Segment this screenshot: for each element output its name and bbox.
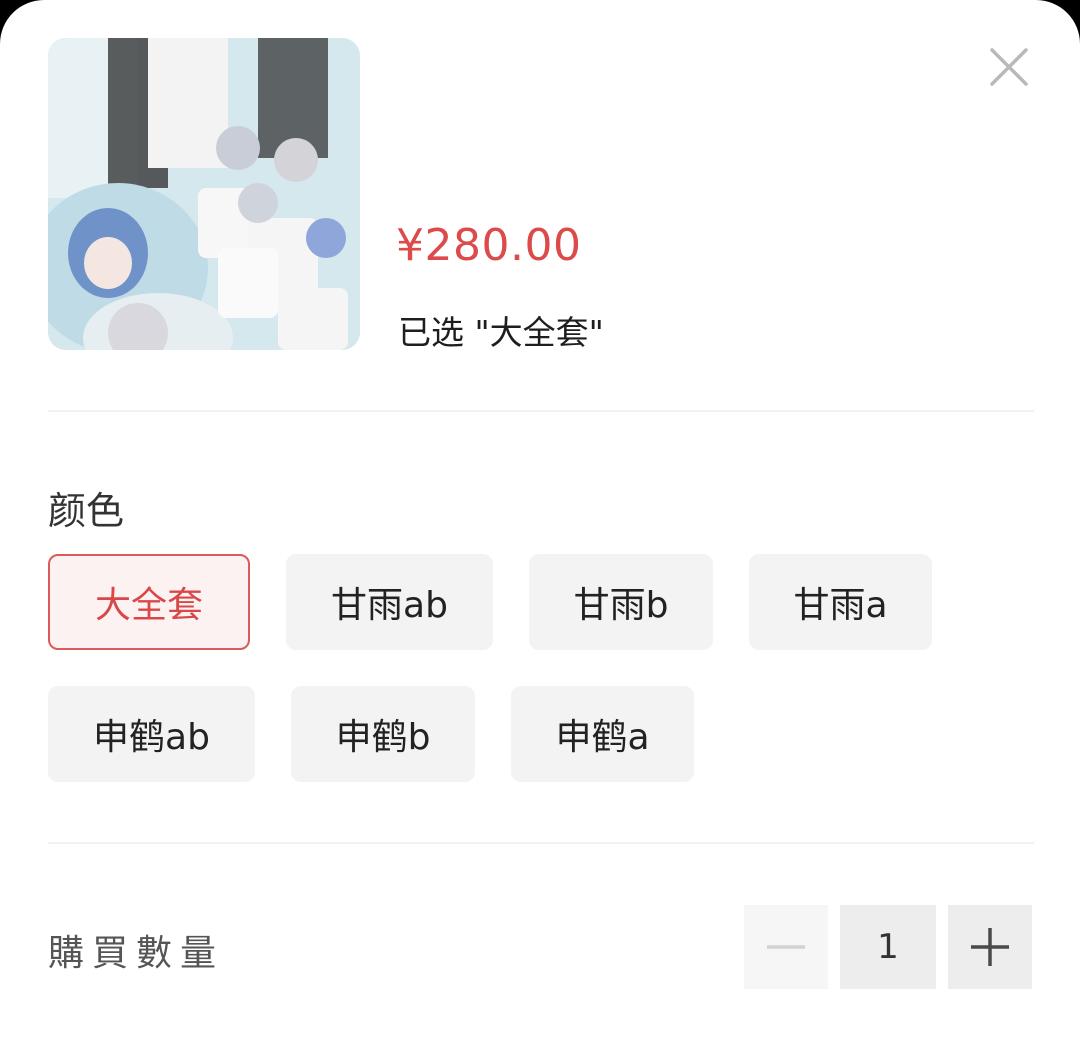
divider [48,410,1034,412]
quantity-value[interactable]: 1 [840,905,936,989]
close-button[interactable] [984,42,1034,92]
option-group-label: 颜色 [48,489,125,533]
selected-variant-text: 已选 "大全套" [398,313,604,352]
plus-icon [971,928,1009,966]
quantity-label: 購買數量 [48,933,225,974]
option-chip[interactable]: 申鹤a [511,686,694,782]
price-text: ¥280.00 [396,220,582,271]
option-chip[interactable]: 甘雨ab [286,554,493,650]
sku-sheet: ¥280.00 已选 "大全套" 颜色 大全套 甘雨ab 甘雨b 甘雨a 申鹤a… [0,0,1080,1063]
option-chip[interactable]: 申鹤b [291,686,475,782]
minus-icon [767,945,805,949]
option-chip-selected[interactable]: 大全套 [48,554,250,650]
divider [48,842,1034,844]
option-chip[interactable]: 申鹤ab [48,686,255,782]
quantity-decrease-button[interactable] [744,905,828,989]
option-chip[interactable]: 甘雨a [749,554,932,650]
option-chip[interactable]: 甘雨b [529,554,713,650]
product-image [48,38,360,350]
close-icon [990,48,1028,86]
quantity-increase-button[interactable] [948,905,1032,989]
